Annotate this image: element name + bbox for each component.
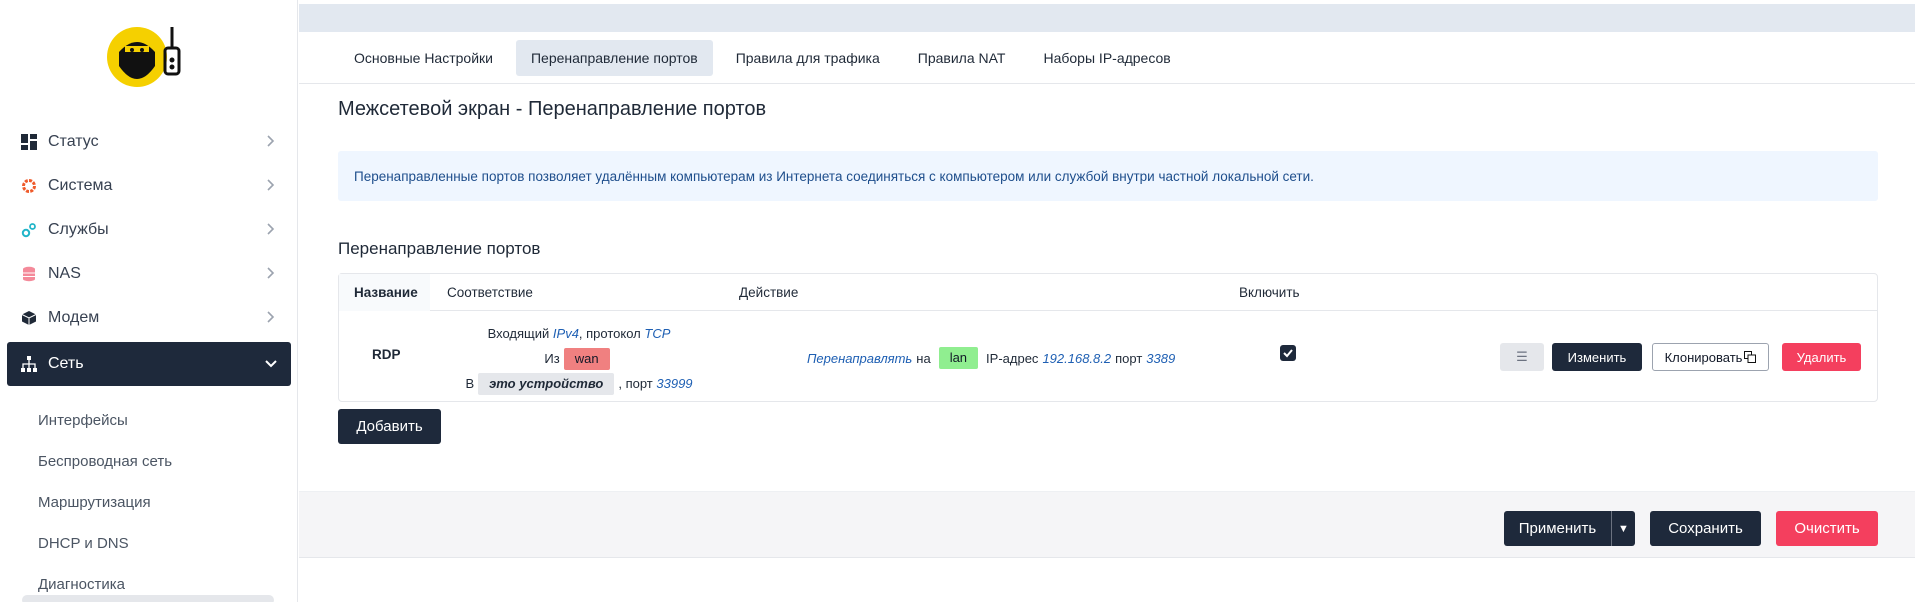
tab-port-forwarding[interactable]: Перенаправление портов bbox=[515, 39, 713, 76]
action-port: 3389 bbox=[1146, 350, 1176, 366]
sidebar-item-label: Сеть bbox=[48, 355, 84, 372]
info-banner: Перенаправленные портов позволяет удалён… bbox=[338, 151, 1878, 201]
header-action: Действие bbox=[739, 285, 799, 300]
port-forward-table: Название Соответствие Действие Включить … bbox=[338, 273, 1878, 402]
match-incoming: Входящий bbox=[487, 326, 550, 341]
app: Статус Система Службы NAS Модем Сеть Инт… bbox=[0, 0, 1915, 602]
sidebar-subitem-interfaces[interactable]: Интерфейсы bbox=[0, 400, 298, 441]
match-family: IPv4 bbox=[552, 326, 579, 341]
header-match: Соответствие bbox=[447, 285, 533, 300]
gear-icon bbox=[20, 177, 38, 195]
sidebar-item-services[interactable]: Службы bbox=[0, 208, 298, 252]
rule-match: Входящий IPv4, протокол TCP Из wan Вэто у… bbox=[439, 321, 719, 396]
tab-general-settings[interactable]: Основные Настройки bbox=[339, 40, 508, 76]
chevron-right-icon bbox=[267, 223, 275, 235]
delete-button[interactable]: Удалить bbox=[1782, 343, 1861, 371]
chevron-down-icon bbox=[265, 360, 277, 368]
drag-handle-button[interactable]: ☰ bbox=[1500, 343, 1544, 371]
sidebar-item-nas[interactable]: NAS bbox=[0, 252, 298, 296]
action-verb: Перенаправлять bbox=[807, 350, 913, 366]
sidebar-subitem-wireless[interactable]: Беспроводная сеть bbox=[0, 441, 298, 482]
match-in-label: В bbox=[465, 376, 475, 391]
chevron-right-icon bbox=[267, 311, 275, 323]
sidebar-item-label: Службы bbox=[48, 221, 109, 238]
zone-badge-lan: lan bbox=[938, 347, 979, 369]
header-enable: Включить bbox=[1239, 285, 1300, 300]
table-row: RDP Входящий IPv4, протокол TCP Из wan Вэ… bbox=[339, 311, 1877, 403]
logo-icon bbox=[107, 27, 181, 87]
clone-button[interactable]: Клонировать bbox=[1652, 343, 1769, 371]
tab-traffic-rules[interactable]: Правила для трафика bbox=[721, 40, 895, 76]
sidebar: Статус Система Службы NAS Модем Сеть Инт… bbox=[0, 0, 298, 602]
sidebar-item-label: NAS bbox=[48, 265, 81, 282]
section-title: Перенаправление портов bbox=[338, 239, 541, 258]
top-bar bbox=[299, 4, 1915, 32]
sidebar-item-modem[interactable]: Модем bbox=[0, 296, 298, 340]
sidebar-nav: Статус Система Службы NAS Модем Сеть Инт… bbox=[0, 120, 298, 602]
sidebar-item-label: Статус bbox=[48, 133, 99, 150]
clone-button-label: Клонировать bbox=[1664, 349, 1743, 365]
rule-action: Перенаправлять на lan IP-адрес 192.168.8… bbox=[807, 347, 1175, 369]
network-submenu: Интерфейсы Беспроводная сеть Маршрутизац… bbox=[0, 386, 298, 602]
table-header: Название Соответствие Действие Включить bbox=[339, 274, 1877, 311]
footer-actions: Применить ▼ Сохранить Очистить bbox=[299, 491, 1915, 558]
match-from-label: Из bbox=[544, 351, 560, 366]
clone-icon bbox=[1744, 351, 1757, 363]
tab-ip-sets[interactable]: Наборы IP-адресов bbox=[1028, 40, 1185, 76]
match-port: 33999 bbox=[656, 376, 693, 391]
cube-icon bbox=[20, 309, 38, 327]
match-protocol: TCP bbox=[644, 326, 671, 341]
apply-dropdown-button[interactable]: ▼ bbox=[1612, 511, 1635, 546]
sidebar-item-system[interactable]: Система bbox=[0, 164, 298, 208]
check-icon bbox=[1283, 349, 1293, 358]
database-icon bbox=[20, 265, 38, 283]
match-protocol-label: , протокол bbox=[578, 326, 641, 341]
header-name[interactable]: Название bbox=[339, 274, 430, 311]
edit-button[interactable]: Изменить bbox=[1552, 343, 1642, 371]
match-port-label: , порт bbox=[618, 376, 653, 391]
add-rule-button[interactable]: Добавить bbox=[338, 409, 441, 444]
cogs-icon bbox=[20, 221, 38, 239]
chevron-right-icon bbox=[267, 267, 275, 279]
sidebar-item-label: Модем bbox=[48, 309, 100, 326]
page-title: Межсетевой экран - Перенаправление порто… bbox=[338, 98, 767, 120]
sidebar-item-label: Система bbox=[48, 177, 113, 194]
network-icon bbox=[20, 355, 38, 373]
sidebar-item-network[interactable]: Сеть bbox=[7, 342, 291, 386]
chevron-right-icon bbox=[267, 179, 275, 191]
apply-button[interactable]: Применить bbox=[1504, 511, 1612, 546]
sidebar-subitem-next[interactable] bbox=[22, 595, 274, 602]
device-badge: это устройство bbox=[478, 372, 615, 395]
main-content: Межсетевой экран - Перенаправление порто… bbox=[299, 84, 1915, 602]
action-ip: 192.168.8.2 bbox=[1042, 350, 1112, 366]
zone-badge-wan: wan bbox=[563, 347, 610, 370]
action-ip-label: IP-адрес bbox=[986, 350, 1039, 366]
action-on-label: на bbox=[916, 350, 931, 366]
enable-checkbox[interactable] bbox=[1280, 345, 1296, 361]
tab-bar: Основные Настройки Перенаправление порто… bbox=[299, 32, 1915, 84]
dashboard-icon bbox=[20, 133, 38, 151]
action-port-label: порт bbox=[1115, 350, 1143, 366]
chevron-right-icon bbox=[267, 135, 275, 147]
sidebar-subitem-dhcp-dns[interactable]: DHCP и DNS bbox=[0, 523, 298, 564]
sidebar-item-status[interactable]: Статус bbox=[0, 120, 298, 164]
rule-name: RDP bbox=[372, 347, 401, 362]
save-button[interactable]: Сохранить bbox=[1650, 511, 1761, 546]
sidebar-subitem-routing[interactable]: Маршрутизация bbox=[0, 482, 298, 523]
reset-button[interactable]: Очистить bbox=[1776, 511, 1878, 546]
tab-nat-rules[interactable]: Правила NAT bbox=[903, 40, 1021, 76]
